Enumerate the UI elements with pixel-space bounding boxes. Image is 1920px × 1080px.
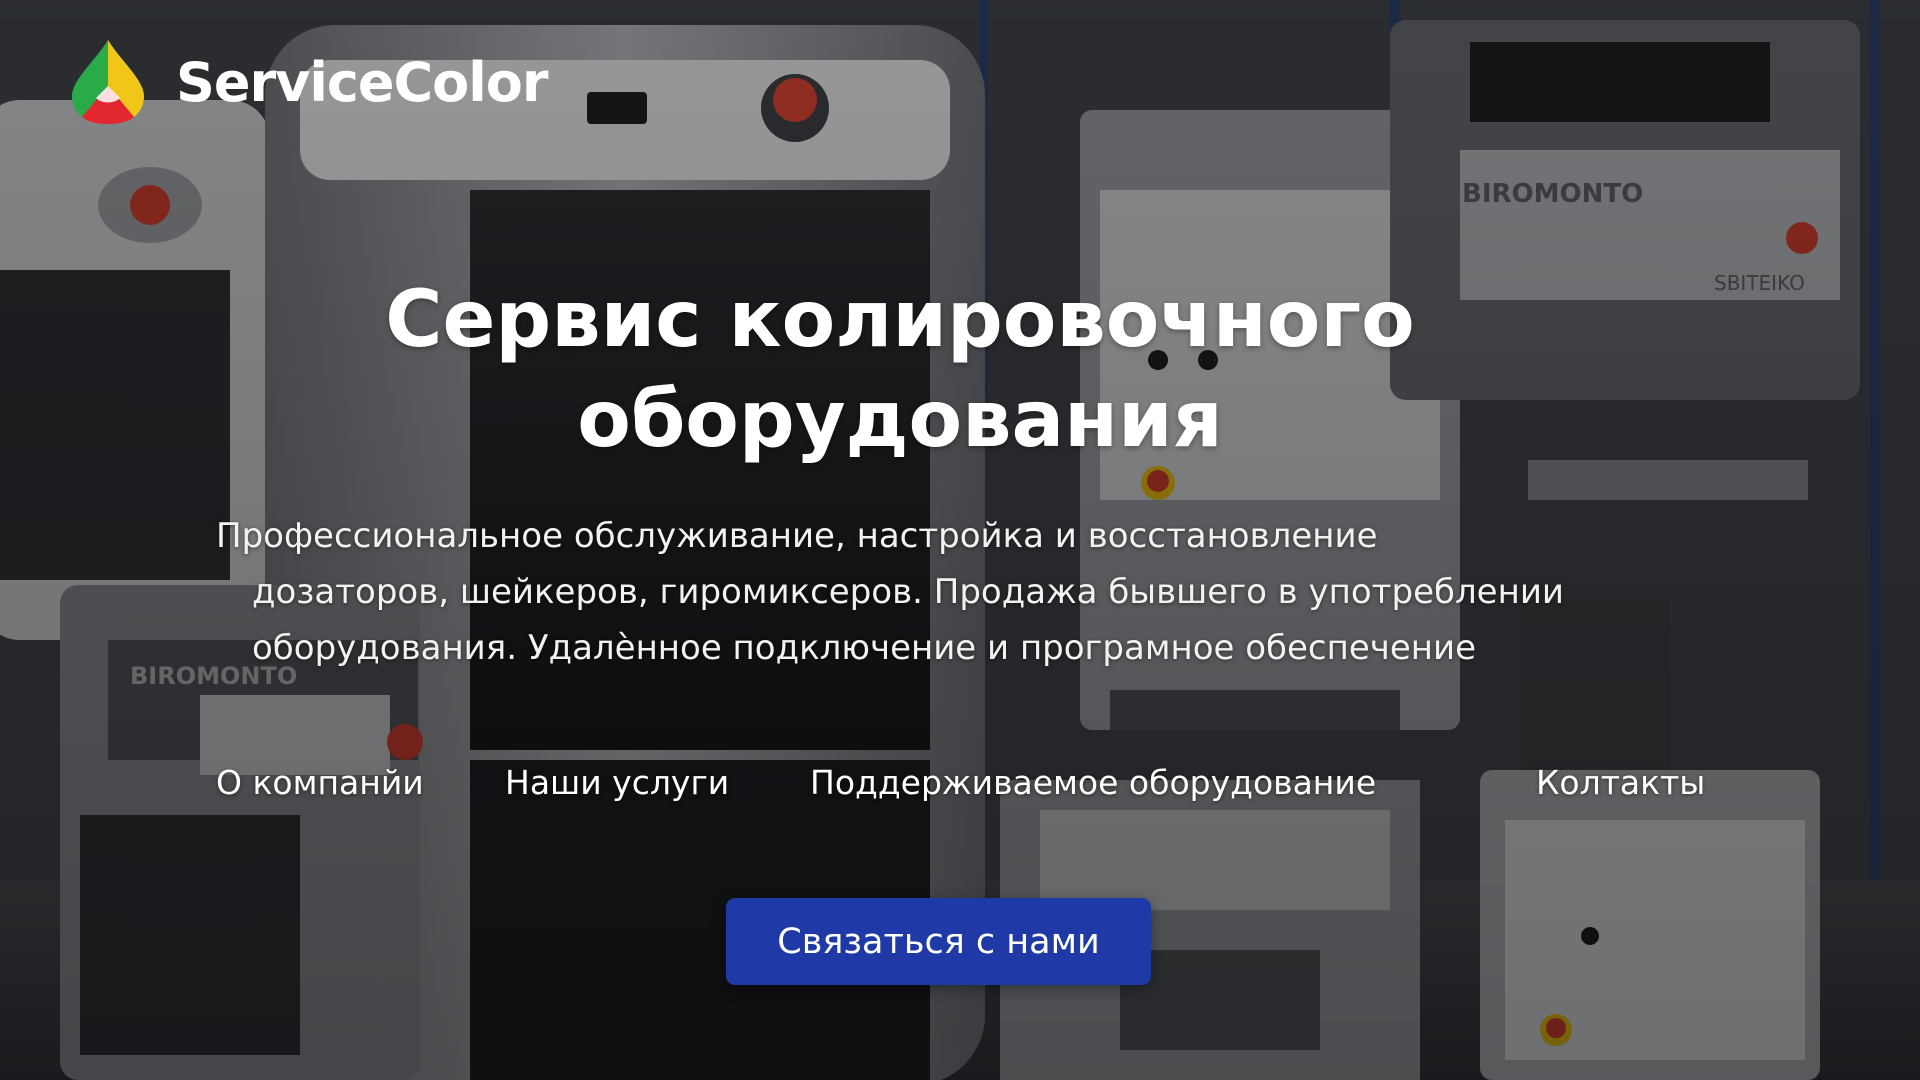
hero-description-line-1: Профессиональное обслуживание, настройка… bbox=[216, 516, 1378, 556]
brand-logo[interactable]: ServiceColor bbox=[66, 38, 548, 126]
hero-section: BIROMONTO BIROMONTO SBITEIKO bbox=[0, 0, 1920, 1080]
hero-description-line-3: оборудования. Удалѐнное подключение и пр… bbox=[252, 628, 1477, 668]
paint-drop-logo-icon bbox=[72, 40, 144, 124]
nav-item-services[interactable]: Наши услуги bbox=[505, 758, 729, 808]
nav-item-about[interactable]: О компанйи bbox=[216, 758, 424, 808]
main-nav: О компанйи Наши услуги Поддерживаемое об… bbox=[0, 758, 1920, 808]
brand-name: ServiceColor bbox=[176, 50, 548, 114]
hero-description: Профессиональное обслуживание, настройка… bbox=[216, 508, 1736, 676]
contact-us-button[interactable]: Связаться с нами bbox=[726, 898, 1151, 985]
page-title-line-2: оборудования bbox=[577, 375, 1223, 465]
hero-description-line-2: дозаторов, шейкеров, гиромиксеров. Прода… bbox=[252, 572, 1565, 612]
page-title-line-1: Сервис колировочного bbox=[385, 275, 1415, 365]
page-title: Сервис колировочного оборудования bbox=[160, 270, 1640, 470]
nav-item-contacts[interactable]: Колтакты bbox=[1536, 758, 1705, 808]
nav-item-equipment[interactable]: Поддерживаемое оборудование bbox=[810, 758, 1376, 808]
